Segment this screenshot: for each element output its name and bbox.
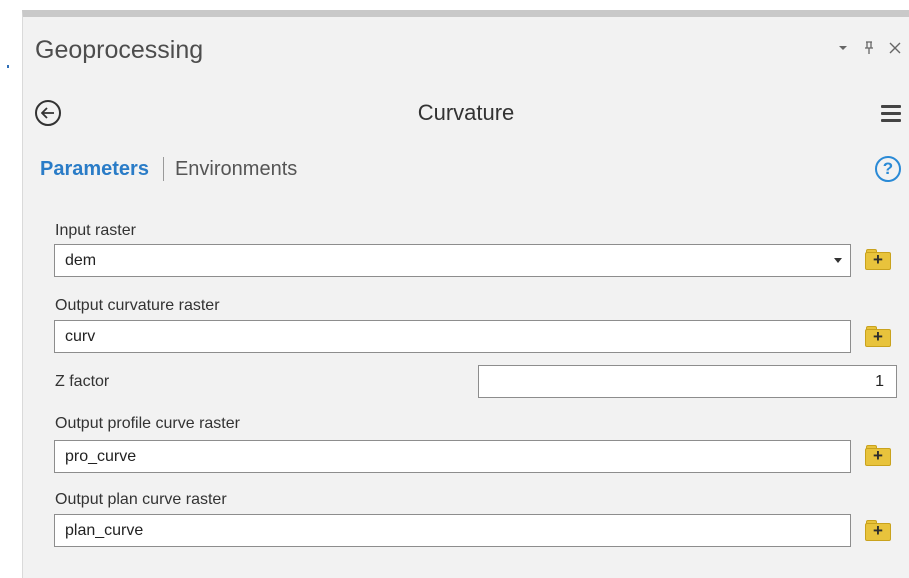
chevron-down-icon[interactable] — [835, 40, 851, 56]
tool-title: Curvature — [417, 100, 515, 125]
input-raster-label: Input raster — [55, 222, 136, 239]
pane-controls — [835, 40, 903, 56]
output-profile-label: Output profile curve raster — [55, 415, 240, 432]
output-profile-field[interactable]: pro_curve — [54, 440, 851, 473]
output-curvature-field[interactable]: curv — [54, 320, 851, 353]
output-plan-value: plan_curve — [65, 521, 144, 539]
rail-marker — [7, 65, 9, 68]
tab-environments[interactable]: Environments — [175, 158, 297, 181]
z-factor-value: 1 — [875, 372, 884, 390]
pane-title-bar: Geoprocessing — [23, 17, 909, 79]
browse-input-raster-folder-plus-icon[interactable]: + — [865, 248, 891, 270]
left-rail — [0, 10, 22, 578]
browse-output-plan-folder-plus-icon[interactable]: + — [865, 519, 891, 541]
output-plan-field[interactable]: plan_curve — [54, 514, 851, 547]
tab-divider — [162, 157, 164, 181]
close-icon[interactable] — [887, 40, 903, 56]
pin-icon[interactable] — [861, 40, 877, 56]
tab-strip: Parameters Environments — [40, 157, 297, 181]
pane-title: Geoprocessing — [35, 36, 204, 64]
chevron-down-icon[interactable] — [834, 258, 842, 263]
tab-parameters[interactable]: Parameters — [40, 158, 149, 181]
output-plan-label: Output plan curve raster — [55, 491, 227, 508]
hamburger-menu-icon[interactable] — [881, 105, 901, 122]
input-raster-value: dem — [65, 251, 97, 269]
tool-header: Curvature — [23, 79, 909, 149]
input-raster-field[interactable]: dem — [54, 244, 851, 277]
browse-output-profile-folder-plus-icon[interactable]: + — [865, 444, 891, 466]
z-factor-field[interactable]: 1 — [478, 365, 897, 398]
question-circle-icon[interactable]: ? — [875, 156, 901, 182]
browse-output-curvature-folder-plus-icon[interactable]: + — [865, 325, 891, 347]
output-profile-value: pro_curve — [65, 447, 137, 465]
z-factor-label: Z factor — [55, 373, 110, 390]
output-curvature-value: curv — [65, 327, 96, 345]
output-curvature-label: Output curvature raster — [55, 297, 220, 314]
